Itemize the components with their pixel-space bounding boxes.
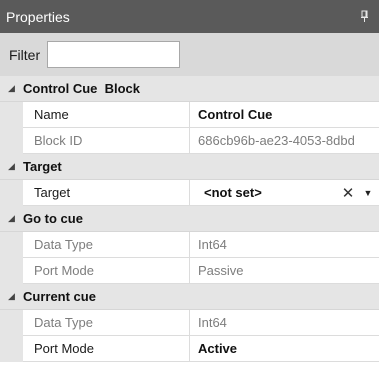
dropdown-arrow-icon[interactable]: ▼ — [363, 188, 373, 198]
clear-icon[interactable]: ✕ — [341, 184, 355, 202]
property-row-port-mode[interactable]: Port Mode Active — [0, 336, 379, 362]
property-name: Target — [23, 180, 190, 206]
property-name: Port Mode — [23, 258, 190, 284]
property-row-data-type[interactable]: Data Type Int64 — [0, 310, 379, 336]
property-value[interactable]: 686cb96b-ae23-4053-8dbd — [190, 128, 379, 154]
property-name: Port Mode — [23, 336, 190, 362]
property-row-name[interactable]: Name Control Cue — [0, 102, 379, 128]
property-name: Data Type — [23, 232, 190, 258]
category-label: Go to cue — [23, 211, 83, 226]
collapse-arrow-icon[interactable]: ◢ — [0, 83, 23, 94]
property-value[interactable]: Int64 — [190, 232, 379, 258]
pin-icon[interactable] — [359, 10, 371, 24]
target-value[interactable]: <not set> — [198, 185, 262, 200]
property-name: Block ID — [23, 128, 190, 154]
category-label: Control Cue Block — [23, 81, 141, 96]
property-row-port-mode[interactable]: Port Mode Passive — [0, 258, 379, 284]
property-name: Name — [23, 102, 190, 128]
property-value[interactable]: Passive — [190, 258, 379, 284]
properties-panel: Properties Filter ◢ Control Cue Block Na… — [0, 0, 379, 387]
collapse-arrow-icon[interactable]: ◢ — [0, 161, 23, 172]
category-label: Current cue — [23, 289, 96, 304]
filter-bar: Filter — [0, 33, 379, 76]
panel-title: Properties — [6, 8, 70, 25]
panel-titlebar: Properties — [0, 0, 379, 33]
collapse-arrow-icon[interactable]: ◢ — [0, 213, 23, 224]
property-row-target[interactable]: Target <not set> ✕ ▼ — [0, 180, 379, 206]
property-row-block-id[interactable]: Block ID 686cb96b-ae23-4053-8dbd — [0, 128, 379, 154]
category-header-current-cue[interactable]: ◢ Current cue — [0, 284, 379, 310]
property-row-data-type[interactable]: Data Type Int64 — [0, 232, 379, 258]
category-header-control-cue-block[interactable]: ◢ Control Cue Block — [0, 76, 379, 102]
category-label: Target — [23, 159, 62, 174]
property-value[interactable]: Int64 — [190, 310, 379, 336]
property-value[interactable]: Control Cue — [190, 102, 379, 128]
property-name: Data Type — [23, 310, 190, 336]
property-value[interactable]: Active — [190, 336, 379, 362]
target-value-editor[interactable]: <not set> ✕ ▼ — [190, 180, 379, 206]
property-grid: ◢ Control Cue Block Name Control Cue Blo… — [0, 76, 379, 362]
category-header-target[interactable]: ◢ Target — [0, 154, 379, 180]
filter-label: Filter — [9, 46, 41, 63]
filter-input[interactable] — [47, 41, 181, 68]
category-header-go-to-cue[interactable]: ◢ Go to cue — [0, 206, 379, 232]
collapse-arrow-icon[interactable]: ◢ — [0, 291, 23, 302]
